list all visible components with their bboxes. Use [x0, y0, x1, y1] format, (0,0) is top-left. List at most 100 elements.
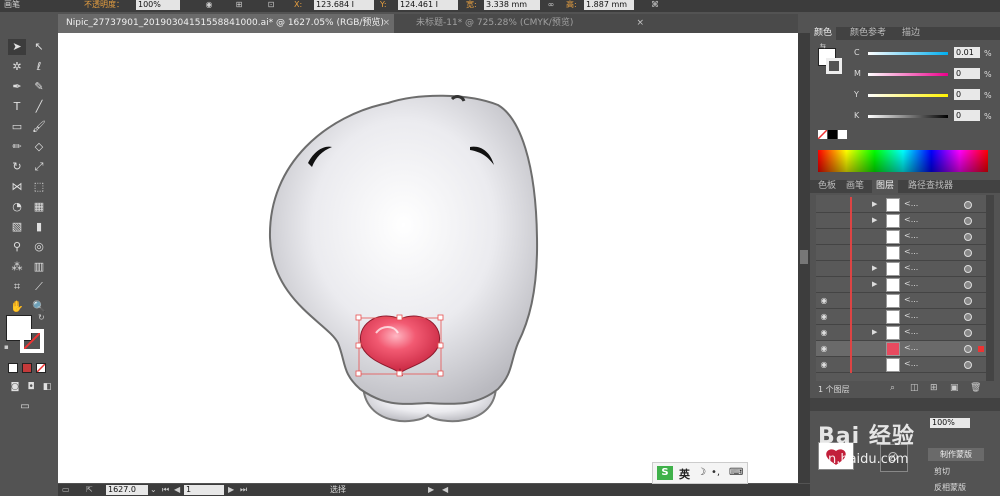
tab-swatches[interactable]: 色板 [814, 180, 840, 193]
make-clipping-mask-icon[interactable]: ◫ [910, 383, 919, 393]
clip-checkbox-label[interactable]: 剪切 [934, 466, 950, 477]
opacity-label[interactable]: 不透明度： [84, 0, 124, 10]
prev-page-icon[interactable]: ◀ [174, 485, 180, 495]
scale-tool-icon[interactable]: ⤢ [30, 159, 48, 175]
paintbrush-tool-icon[interactable]: 🖌 [30, 119, 48, 135]
target-icon[interactable] [964, 233, 972, 241]
close-icon[interactable]: × [382, 14, 390, 33]
tab-brushes[interactable]: 画笔 [842, 180, 868, 193]
white-swatch[interactable] [838, 130, 847, 139]
target-icon[interactable] [964, 313, 972, 321]
opacity-field[interactable]: 100% [136, 0, 180, 10]
pencil-tool-icon[interactable]: ✏ [8, 139, 26, 155]
share-icon[interactable]: ⇱ [86, 485, 93, 495]
keyboard-icon[interactable]: ⌨ [729, 467, 743, 478]
locate-object-icon[interactable]: ⌕ [890, 383, 895, 393]
selection-tool-icon[interactable]: ➤ [8, 39, 26, 55]
draw-inside-icon[interactable]: ◧ [38, 379, 56, 395]
w-field[interactable]: 3.338 mm [484, 0, 540, 10]
target-icon[interactable] [964, 361, 972, 369]
hand-tool-icon[interactable]: ✋ [8, 299, 26, 315]
target-icon[interactable] [964, 281, 972, 289]
target-icon[interactable] [964, 217, 972, 225]
stroke-swatch[interactable] [20, 329, 44, 353]
target-icon[interactable] [964, 297, 972, 305]
layer-row[interactable]: ◉ <... [816, 293, 994, 309]
h-field[interactable]: 1.887 mm [584, 0, 634, 10]
tab-document-2[interactable]: 未标题-11* @ 725.28% (CMYK/预览) × [408, 14, 648, 33]
scrollbar-thumb[interactable] [800, 250, 808, 264]
slice-tool-icon[interactable]: ⟋ [30, 279, 48, 295]
scroll-left-icon[interactable]: ◀ [442, 485, 448, 495]
black-slider[interactable] [868, 115, 948, 118]
layer-row[interactable]: ▶ <... [816, 261, 994, 277]
eyedropper-tool-icon[interactable]: ⚲ [8, 239, 26, 255]
live-paint-tool-icon[interactable]: ▦ [30, 199, 48, 215]
eye-icon[interactable]: ◉ [818, 296, 830, 306]
tab-stroke[interactable]: 描边 [898, 27, 924, 40]
shape-builder-tool-icon[interactable]: ◔ [8, 199, 26, 215]
tab-document-1[interactable]: Nipic_27737901_20190304151558841000.ai* … [58, 14, 394, 33]
magic-wand-tool-icon[interactable]: ✲ [8, 59, 26, 75]
swap-colors-icon[interactable]: ↻ [38, 313, 45, 322]
layer-name[interactable]: <... [904, 295, 918, 304]
target-icon[interactable] [964, 249, 972, 257]
gradient-tool-icon[interactable]: ▮ [30, 219, 48, 235]
layer-name[interactable]: <... [904, 343, 918, 352]
lasso-tool-icon[interactable]: ℓ [30, 59, 48, 75]
document-info-icon[interactable]: ▭ [62, 485, 70, 495]
invert-mask-checkbox-label[interactable]: 反相蒙版 [934, 482, 966, 493]
target-icon[interactable] [964, 329, 972, 337]
layer-row[interactable]: ▶ <... [816, 197, 994, 213]
line-tool-icon[interactable]: ╱ [30, 99, 48, 115]
color-stroke-swatch[interactable] [826, 58, 842, 74]
free-transform-tool-icon[interactable]: ⬚ [30, 179, 48, 195]
yellow-slider[interactable] [868, 94, 948, 97]
y-field[interactable]: 124.461 I [398, 0, 458, 10]
reference-point-icon[interactable]: ⊡ [266, 1, 276, 9]
layer-row[interactable]: ▶ <... [816, 213, 994, 229]
symbol-sprayer-tool-icon[interactable]: ⁂ [8, 259, 26, 275]
status-arrow-icon[interactable]: ▶ [428, 485, 434, 495]
color-spectrum[interactable] [818, 150, 988, 172]
layer-row[interactable]: <... [816, 245, 994, 261]
last-page-icon[interactable]: ⏭ [240, 485, 247, 495]
moon-icon[interactable]: ☽ [697, 467, 706, 478]
transparency-opacity-field[interactable]: 100% [930, 418, 970, 428]
transform-icon[interactable]: ⌘ [650, 1, 660, 9]
layer-row[interactable]: ◉ ▶ <... [816, 325, 994, 341]
layer-row[interactable]: ▶ <... [816, 277, 994, 293]
direct-selection-tool-icon[interactable]: ↖ [30, 39, 48, 55]
color-mode-icon[interactable] [8, 363, 18, 373]
pen-tool-icon[interactable]: ✒ [8, 79, 26, 95]
first-page-icon[interactable]: ⏮ [162, 485, 169, 495]
rectangle-tool-icon[interactable]: ▭ [8, 119, 26, 135]
target-icon[interactable] [964, 265, 972, 273]
default-colors-icon[interactable]: ▪ [4, 343, 9, 351]
black-field[interactable]: 0 [954, 110, 980, 121]
magenta-slider[interactable] [868, 73, 948, 76]
x-field[interactable]: 123.684 I [314, 0, 374, 10]
expand-icon[interactable]: ▶ [872, 264, 877, 272]
close-icon[interactable]: × [636, 14, 644, 33]
zoom-field[interactable]: 1627.0 [106, 485, 148, 495]
type-tool-icon[interactable]: T [8, 99, 26, 115]
make-mask-button[interactable]: 制作蒙版 [928, 448, 984, 461]
zoom-dropdown-icon[interactable]: ⌄ [150, 485, 157, 495]
eye-icon[interactable]: ◉ [818, 312, 830, 322]
layer-name[interactable]: <... [904, 327, 918, 336]
artboard-tool-icon[interactable]: ⌗ [8, 279, 26, 295]
expand-icon[interactable]: ▶ [872, 280, 877, 288]
layer-name[interactable]: <... [904, 359, 918, 368]
layers-scrollbar[interactable] [986, 195, 994, 381]
tab-layers[interactable]: 图层 [872, 180, 899, 193]
cyan-slider[interactable] [868, 52, 948, 55]
expand-icon[interactable]: ▶ [872, 200, 877, 208]
layer-name[interactable]: <... [904, 279, 918, 288]
ime-language-label[interactable]: 英 [679, 466, 690, 482]
delete-layer-icon[interactable]: 🗑 [970, 383, 981, 393]
eye-icon[interactable]: ◉ [818, 360, 830, 370]
layer-name[interactable]: <... [904, 311, 918, 320]
layer-row-selected[interactable]: ◉ <... [816, 341, 994, 357]
align-icon[interactable]: ⊞ [234, 1, 244, 9]
